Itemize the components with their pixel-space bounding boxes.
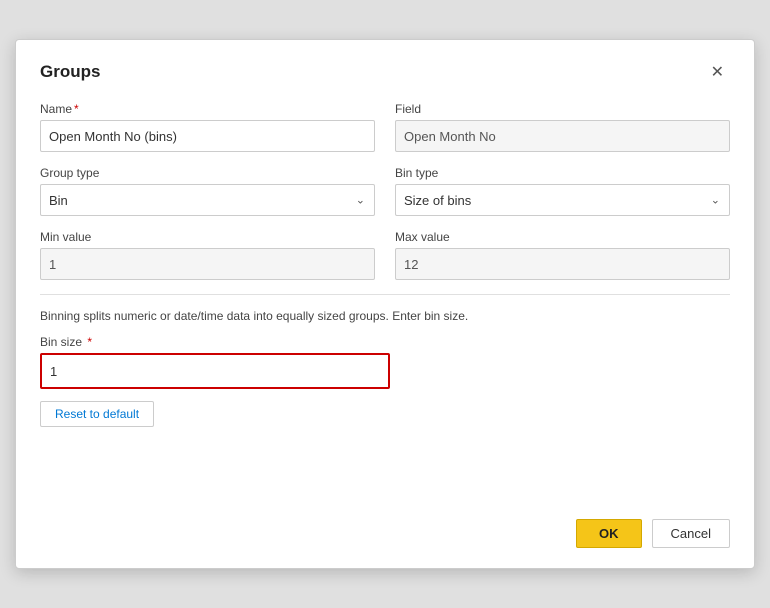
name-required-star: *	[74, 102, 79, 116]
name-input[interactable]	[40, 120, 375, 152]
name-label: Name*	[40, 102, 375, 116]
cancel-button[interactable]: Cancel	[652, 519, 730, 548]
close-button[interactable]: ✕	[705, 60, 730, 84]
group-bin-type-row: Group type Bin ⌄ Bin type Size of bins ⌄	[40, 166, 730, 216]
field-group: Field	[395, 102, 730, 152]
min-value-label: Min value	[40, 230, 375, 244]
name-field-row: Name* Field	[40, 102, 730, 152]
field-input	[395, 120, 730, 152]
name-group: Name*	[40, 102, 375, 152]
info-text: Binning splits numeric or date/time data…	[40, 309, 730, 323]
bin-type-label: Bin type	[395, 166, 730, 180]
bin-type-select-wrapper: Size of bins ⌄	[395, 184, 730, 216]
dialog-header: Groups ✕	[40, 60, 730, 84]
bin-size-input[interactable]	[40, 353, 390, 389]
dialog-footer: OK Cancel	[40, 507, 730, 548]
ok-button[interactable]: OK	[576, 519, 642, 548]
bin-type-group: Bin type Size of bins ⌄	[395, 166, 730, 216]
max-value-label: Max value	[395, 230, 730, 244]
group-type-group: Group type Bin ⌄	[40, 166, 375, 216]
max-value-group: Max value	[395, 230, 730, 280]
field-label: Field	[395, 102, 730, 116]
group-type-select[interactable]: Bin	[40, 184, 375, 216]
group-type-label: Group type	[40, 166, 375, 180]
min-value-group: Min value	[40, 230, 375, 280]
min-value-input	[40, 248, 375, 280]
bin-type-select[interactable]: Size of bins	[395, 184, 730, 216]
bin-size-wrapper: Bin size *	[40, 335, 390, 389]
reset-to-default-button[interactable]: Reset to default	[40, 401, 154, 427]
section-divider	[40, 294, 730, 295]
min-max-row: Min value Max value	[40, 230, 730, 280]
group-type-select-wrapper: Bin ⌄	[40, 184, 375, 216]
bin-size-required-star: *	[84, 335, 92, 349]
max-value-input	[395, 248, 730, 280]
dialog-title: Groups	[40, 62, 100, 82]
groups-dialog: Groups ✕ Name* Field Group type Bin ⌄ Bi…	[15, 39, 755, 569]
bin-size-label: Bin size *	[40, 335, 390, 349]
